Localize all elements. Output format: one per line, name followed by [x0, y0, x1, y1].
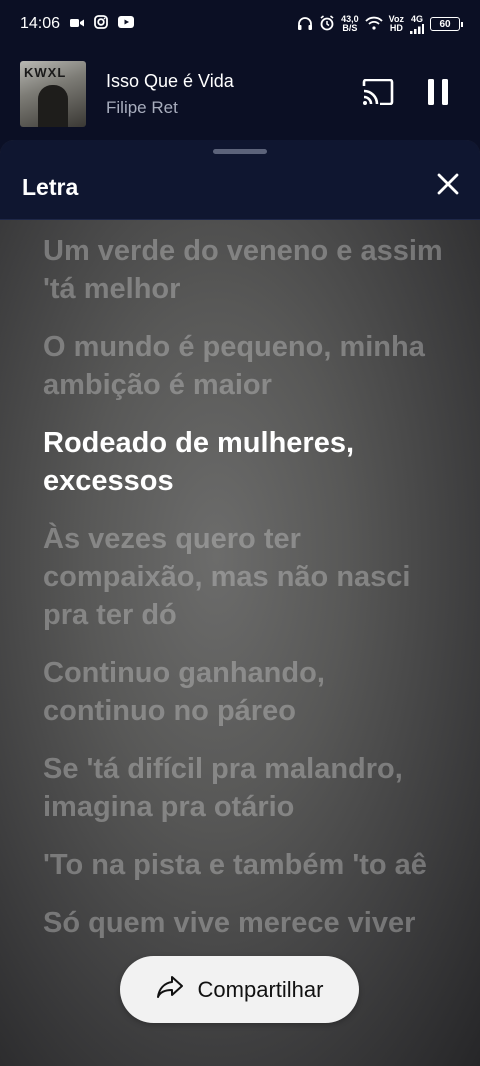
lyric-line[interactable]: O mundo é pequeno, minha ambição é maior [43, 328, 453, 404]
lyric-line[interactable]: Só quem vive merece viver [43, 904, 453, 942]
pause-button[interactable] [416, 72, 460, 116]
alarm-icon [319, 15, 335, 33]
mini-player[interactable]: KWXL Isso Que é Vida Filipe Ret [0, 48, 480, 140]
clock: 14:06 [20, 15, 61, 32]
sheet-title: Letra [22, 174, 79, 200]
track-info[interactable]: Isso Que é Vida Filipe Ret [106, 71, 340, 118]
close-icon [437, 173, 459, 200]
headphones-icon [297, 16, 313, 33]
lyric-line[interactable]: Um verde do veneno e assim 'tá melhor [43, 232, 453, 308]
album-art[interactable]: KWXL [20, 61, 86, 127]
share-button[interactable]: Compartilhar [120, 956, 359, 1023]
track-title: Isso Que é Vida [106, 70, 234, 91]
lyric-line[interactable]: Continuo ganhando, continuo no páreo [43, 654, 453, 730]
close-button[interactable] [432, 170, 464, 202]
lyric-line[interactable]: Se 'tá difícil pra malandro, imagina pra… [43, 750, 453, 826]
share-label: Compartilhar [197, 976, 324, 1002]
lyric-line-active[interactable]: Rodeado de mulheres, excessos [43, 424, 453, 500]
status-bar: 14:06 43,0 B/S Voz HD 4G 60 [0, 0, 480, 48]
drag-handle[interactable] [213, 149, 267, 154]
lyrics-sheet: Um verde do veneno e assim 'tá melhor O m… [0, 140, 480, 1066]
lyric-line[interactable]: Às vezes quero ter compaixão, mas não na… [43, 520, 453, 634]
cast-icon [362, 78, 394, 110]
lyric-line[interactable]: 'To na pista e também 'to aê [43, 846, 453, 884]
wifi-icon [365, 16, 383, 32]
sheet-header: Letra [0, 140, 480, 220]
volte-label: Voz HD [388, 14, 404, 33]
pause-icon [427, 78, 449, 110]
video-camera-icon [70, 15, 85, 33]
cast-button[interactable] [356, 72, 400, 116]
net-speed: 43,0 B/S [341, 14, 359, 33]
signal-indicator: 4G [410, 14, 424, 34]
track-artist: Filipe Ret [106, 97, 178, 117]
lyrics-list[interactable]: Um verde do veneno e assim 'tá melhor O m… [43, 232, 453, 962]
battery-icon: 60 [430, 17, 463, 31]
youtube-icon [118, 15, 135, 33]
instagram-icon [94, 14, 108, 34]
share-arrow-icon [156, 975, 184, 1005]
